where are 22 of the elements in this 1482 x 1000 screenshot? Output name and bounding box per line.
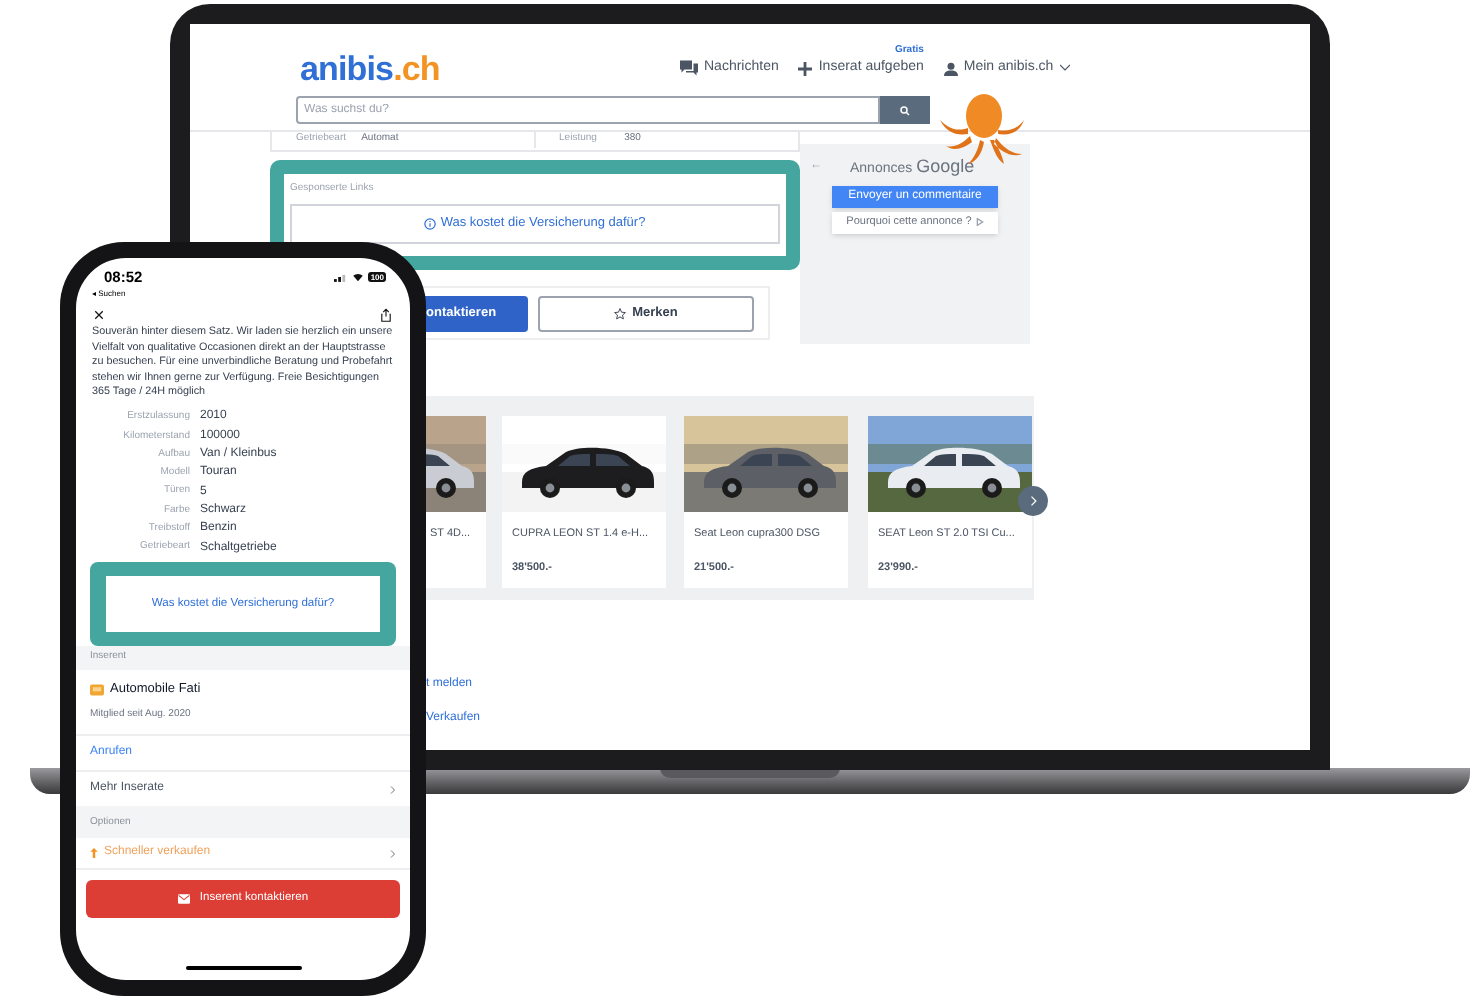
search-icon [900, 105, 910, 115]
signal-icon [334, 272, 349, 282]
search-button[interactable] [880, 96, 930, 124]
star-icon [614, 307, 627, 319]
shop-icon [90, 683, 104, 696]
plus-icon [798, 61, 813, 76]
chevron-right-icon [390, 849, 396, 858]
play-icon [975, 218, 984, 226]
arrow-up-icon [90, 848, 98, 859]
share-icon[interactable] [380, 307, 392, 321]
chat-icon [680, 60, 698, 77]
envelope-icon [177, 894, 190, 905]
next-button[interactable] [1018, 486, 1048, 516]
wifi-icon [352, 272, 365, 282]
brand-label: Google [916, 154, 975, 180]
person-icon [943, 61, 958, 76]
logo[interactable]: anibis.ch [300, 52, 440, 86]
chevron-right-icon [1029, 496, 1037, 506]
close-icon[interactable] [94, 309, 104, 319]
chevron-down-icon[interactable] [1059, 64, 1070, 73]
chevron-right-icon [390, 785, 396, 794]
info-icon [424, 217, 437, 229]
